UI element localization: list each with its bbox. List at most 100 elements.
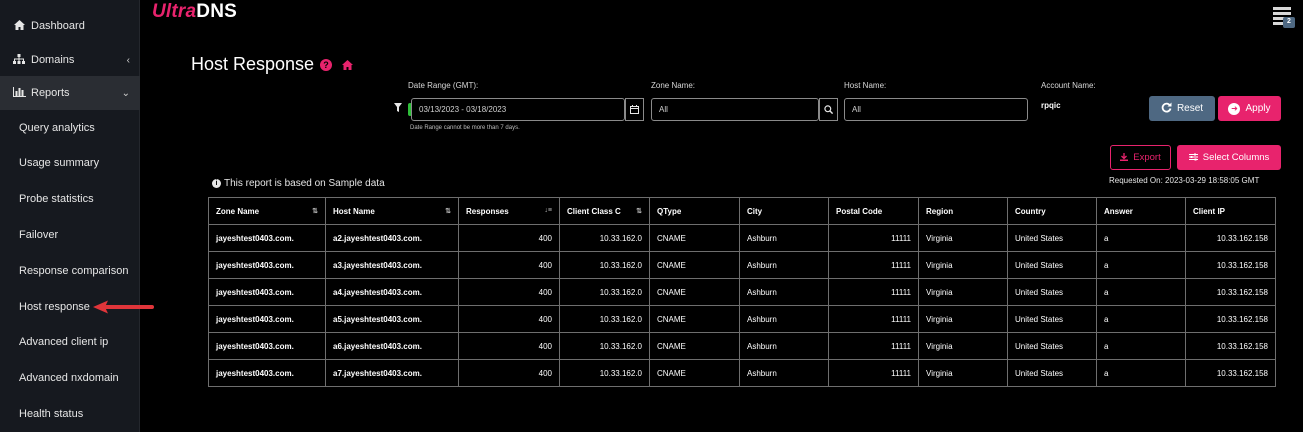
cell-client-ip: 10.33.162.158 — [1185, 278, 1276, 306]
sidebar-subitem-response-comparison[interactable]: Response comparison — [0, 256, 140, 286]
cell-responses: 400 — [458, 278, 560, 306]
cell-client-ip: 10.33.162.158 — [1185, 332, 1276, 360]
sidebar-subitem-advanced-nxdomain[interactable]: Advanced nxdomain — [0, 363, 140, 393]
cell-client-class-c: 10.33.162.0 — [559, 251, 650, 279]
requested-on: Requested On: 2023-03-29 18:58:05 GMT — [1109, 176, 1260, 185]
host-response-table: Zone Name ⇅ Host Name ⇅ Responses ↓≡ Client… — [208, 197, 1276, 387]
cell-client-ip: 10.33.162.158 — [1185, 359, 1276, 387]
cell-postal-code: 11111 — [828, 224, 919, 252]
column-header-qtype[interactable]: QType — [649, 197, 740, 225]
cell-city: Ashburn — [739, 278, 829, 306]
help-icon[interactable]: ? — [320, 59, 332, 71]
home-icon[interactable] — [342, 60, 353, 70]
arrow-right-icon: ➜ — [1228, 102, 1241, 115]
select-columns-button[interactable]: Select Columns — [1177, 145, 1281, 170]
bar-chart-icon — [12, 86, 26, 100]
cell-answer: a — [1096, 278, 1186, 306]
sidebar-subitem-failover[interactable]: Failover — [0, 220, 140, 250]
cell-zone-name: jayeshtest0403.com. — [208, 278, 326, 306]
date-range-label: Date Range (GMT): — [408, 81, 479, 90]
cell-postal-code: 11111 — [828, 359, 919, 387]
sidebar-item-dashboard[interactable]: Dashboard — [0, 9, 140, 43]
column-header-responses[interactable]: Responses ↓≡ — [458, 197, 560, 225]
cell-zone-name: jayeshtest0403.com. — [208, 332, 326, 360]
cell-qtype: CNAME — [649, 278, 740, 306]
cell-host-name: a4.jayeshtest0403.com. — [325, 278, 459, 306]
cell-zone-name: jayeshtest0403.com. — [208, 359, 326, 387]
cell-city: Ashburn — [739, 251, 829, 279]
sidebar-subitem-probe-statistics[interactable]: Probe statistics — [0, 184, 140, 214]
cell-city: Ashburn — [739, 224, 829, 252]
export-button[interactable]: Export — [1110, 145, 1171, 170]
cell-responses: 400 — [458, 359, 560, 387]
cell-responses: 400 — [458, 251, 560, 279]
chevron-down-icon: ⌄ — [121, 87, 130, 99]
cell-answer: a — [1096, 359, 1186, 387]
cell-region: Virginia — [918, 359, 1008, 387]
column-header-postal-code[interactable]: Postal Code — [828, 197, 919, 225]
sidebar-item-domains[interactable]: Domains ‹ — [0, 43, 140, 77]
cell-qtype: CNAME — [649, 332, 740, 360]
cell-postal-code: 11111 — [828, 278, 919, 306]
column-header-client-ip[interactable]: Client IP — [1185, 197, 1276, 225]
sort-desc-icon[interactable]: ↓≡ — [544, 207, 552, 214]
cell-client-ip: 10.33.162.158 — [1185, 224, 1276, 252]
cell-host-name: a2.jayeshtest0403.com. — [325, 224, 459, 252]
sliders-icon — [1188, 153, 1198, 163]
table-row: jayeshtest0403.com. a6.jayeshtest0403.co… — [208, 332, 1276, 360]
sort-icon[interactable]: ⇅ — [312, 207, 318, 215]
search-icon[interactable] — [819, 98, 838, 121]
sidebar-item-reports[interactable]: Reports ⌄ — [0, 76, 140, 110]
ultradns-logo[interactable]: UltraDNS — [152, 1, 237, 23]
cell-client-class-c: 10.33.162.0 — [559, 305, 650, 333]
apply-button[interactable]: ➜ Apply — [1218, 96, 1281, 121]
cell-answer: a — [1096, 224, 1186, 252]
sample-data-note: i This report is based on Sample data — [212, 178, 385, 189]
cell-client-class-c: 10.33.162.0 — [559, 224, 650, 252]
cell-host-name: a7.jayeshtest0403.com. — [325, 359, 459, 387]
sidebar-item-label: Reports — [31, 87, 70, 99]
download-icon — [1120, 152, 1129, 163]
host-name-input[interactable]: All — [844, 98, 1028, 121]
cell-responses: 400 — [458, 305, 560, 333]
column-header-city[interactable]: City — [739, 197, 829, 225]
table-row: jayeshtest0403.com. a3.jayeshtest0403.co… — [208, 251, 1276, 279]
cell-city: Ashburn — [739, 305, 829, 333]
page-title: Host Response — [191, 54, 315, 74]
cell-client-class-c: 10.33.162.0 — [559, 278, 650, 306]
sidebar-subitem-usage-summary[interactable]: Usage summary — [0, 148, 140, 178]
cell-country: United States — [1007, 224, 1097, 252]
sidebar-subitem-query-analytics[interactable]: Query analytics — [0, 113, 140, 143]
notifications-icon[interactable]: 2 — [1273, 5, 1295, 29]
column-header-client-class-c[interactable]: Client Class C ⇅ — [559, 197, 650, 225]
filter-icon[interactable] — [394, 103, 402, 112]
zone-name-input[interactable]: All — [651, 98, 819, 121]
cell-answer: a — [1096, 332, 1186, 360]
zone-name-label: Zone Name: — [651, 81, 696, 90]
info-icon: i — [212, 179, 221, 188]
sort-icon[interactable]: ⇅ — [445, 207, 451, 215]
refresh-icon — [1161, 102, 1172, 115]
cell-region: Virginia — [918, 332, 1008, 360]
cell-postal-code: 11111 — [828, 251, 919, 279]
cell-country: United States — [1007, 359, 1097, 387]
date-range-input[interactable]: 03/13/2023 - 03/18/2023 — [411, 98, 625, 121]
column-header-region[interactable]: Region — [918, 197, 1008, 225]
cell-region: Virginia — [918, 278, 1008, 306]
cell-country: United States — [1007, 251, 1097, 279]
cell-answer: a — [1096, 305, 1186, 333]
account-name-value: rpqic — [1041, 101, 1061, 110]
reset-button[interactable]: Reset — [1149, 96, 1215, 121]
sort-icon[interactable]: ⇅ — [636, 207, 642, 215]
sidebar-subitem-advanced-client-ip[interactable]: Advanced client ip — [0, 327, 140, 357]
column-header-host-name[interactable]: Host Name ⇅ — [325, 197, 459, 225]
cell-country: United States — [1007, 278, 1097, 306]
cell-host-name: a3.jayeshtest0403.com. — [325, 251, 459, 279]
notification-count: 2 — [1287, 18, 1291, 25]
column-header-answer[interactable]: Answer — [1096, 197, 1186, 225]
column-header-zone-name[interactable]: Zone Name ⇅ — [208, 197, 326, 225]
calendar-icon[interactable] — [625, 98, 644, 121]
column-header-country[interactable]: Country — [1007, 197, 1097, 225]
sidebar-subitem-health-status[interactable]: Health status — [0, 399, 140, 429]
cell-city: Ashburn — [739, 359, 829, 387]
